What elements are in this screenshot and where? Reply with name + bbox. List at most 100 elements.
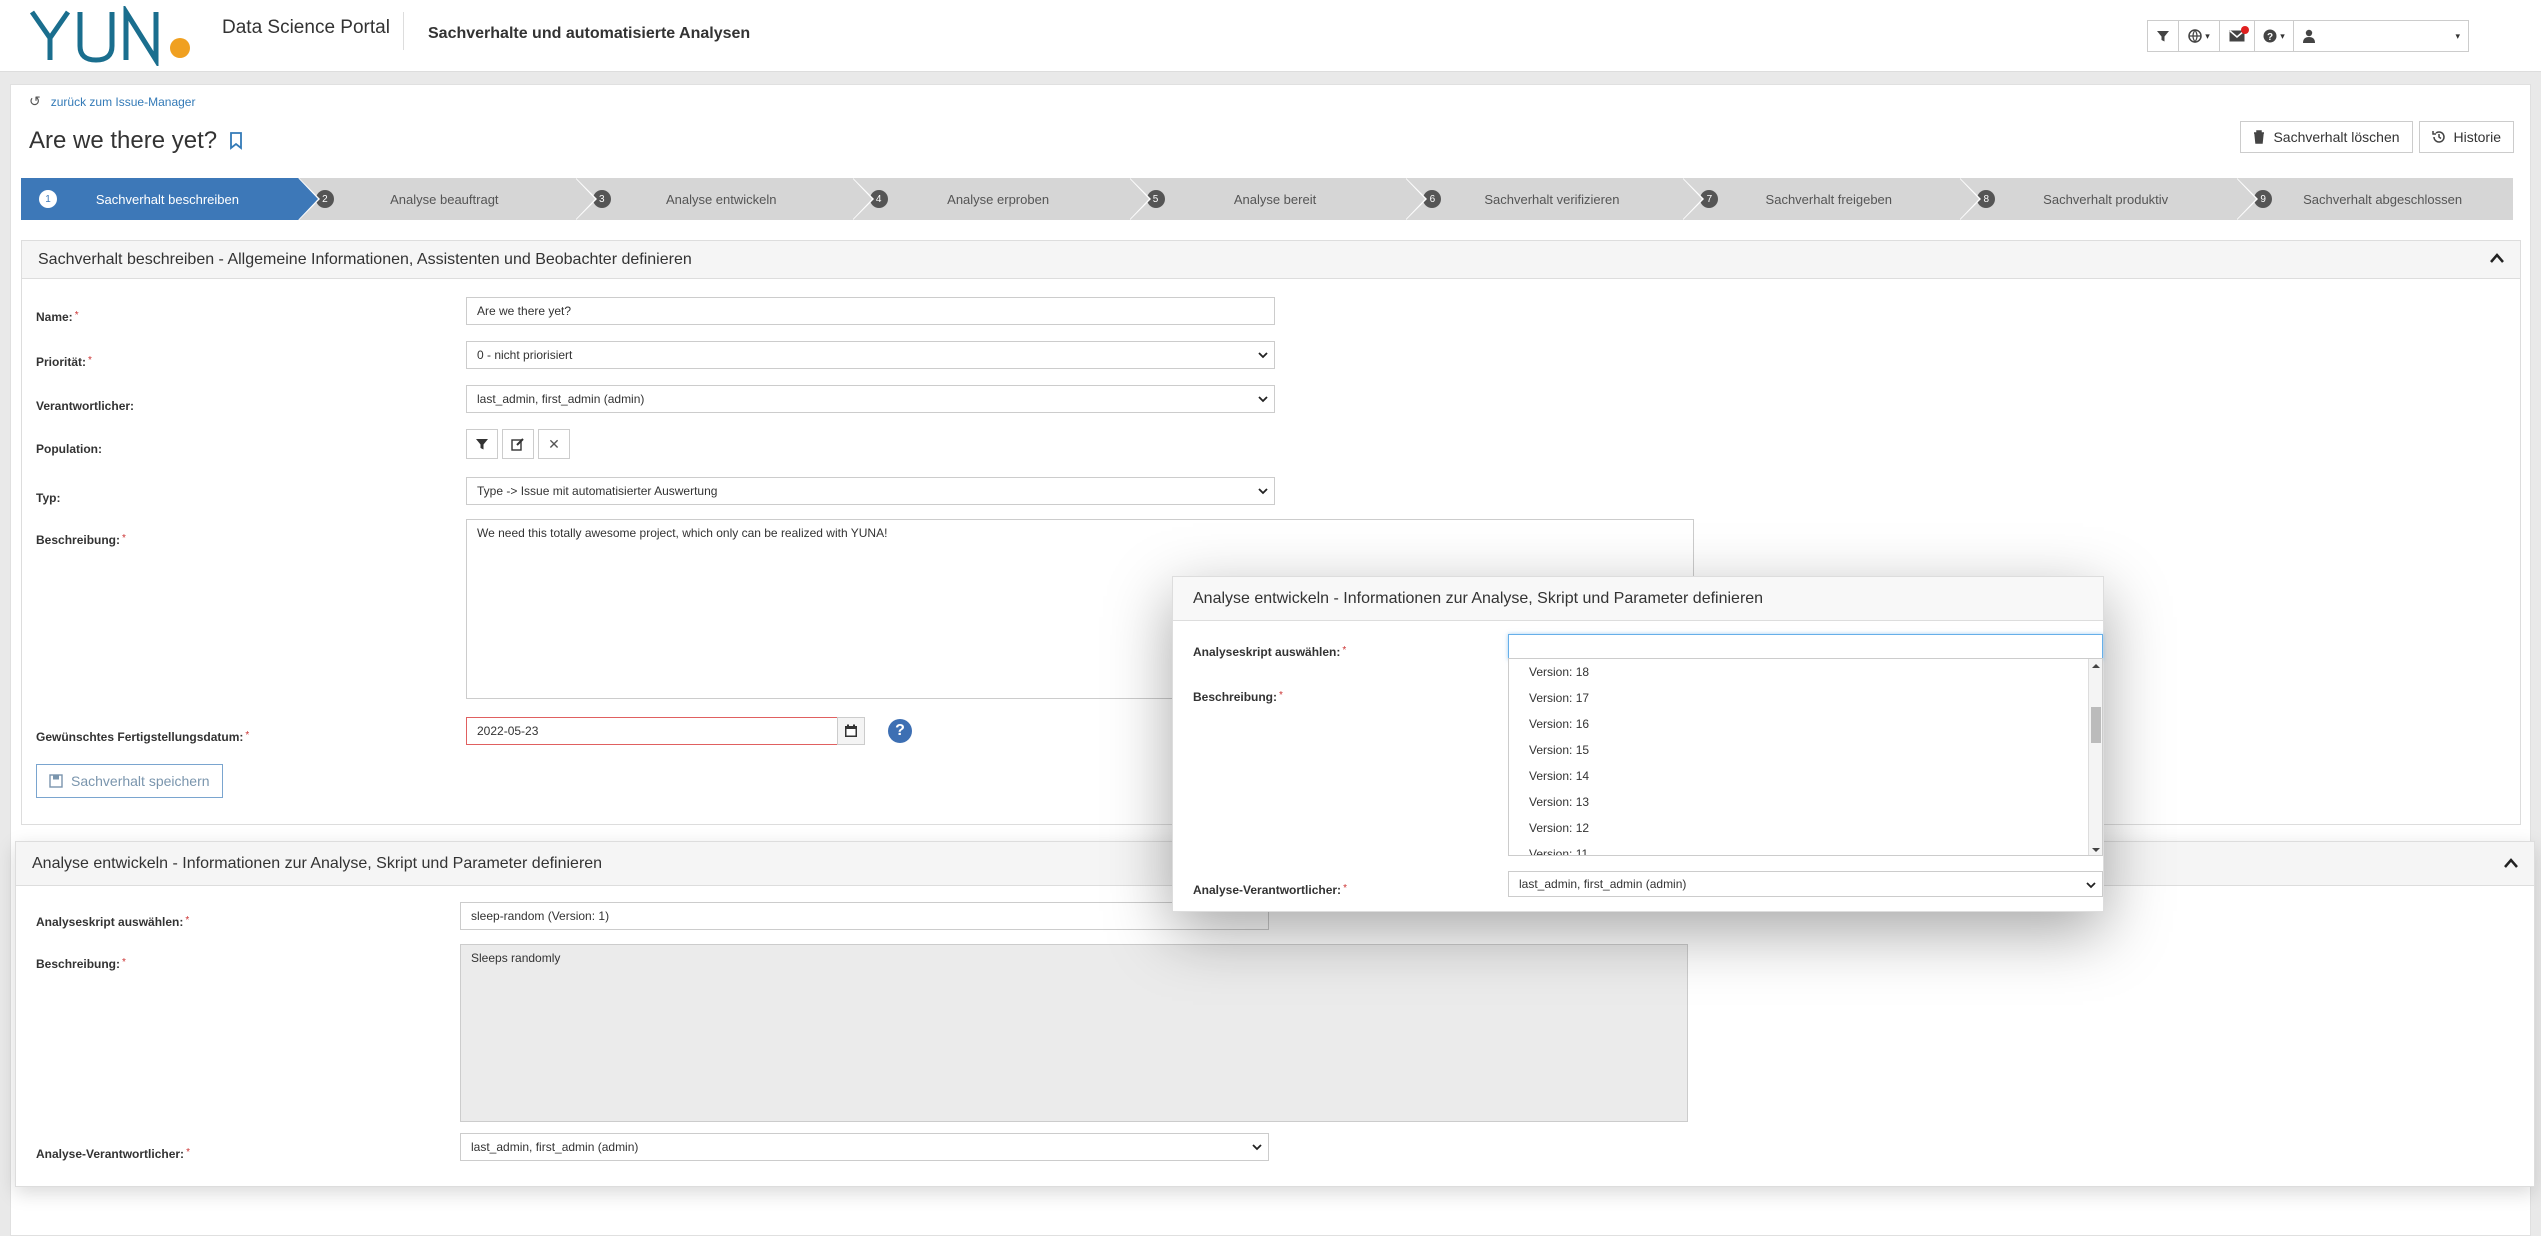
close-icon: ✕: [548, 435, 560, 452]
step-label: Sachverhalt freigeben: [1765, 191, 1893, 207]
step-9[interactable]: 9 Sachverhalt abgeschlossen: [2236, 178, 2513, 220]
list-item[interactable]: Version: 15: [1509, 737, 2102, 763]
step-5[interactable]: 5 Analyse bereit: [1129, 178, 1428, 220]
user-icon: [2303, 29, 2315, 43]
help-icon: ?: [2263, 29, 2277, 43]
dialog-script-label: Analyseskript auswählen: *: [1193, 645, 1347, 659]
history-label: Historie: [2453, 129, 2501, 145]
wizard-steps: 1 Sachverhalt beschreiben 2 Analyse beauft…: [21, 178, 2513, 220]
delete-issue-label: Sachverhalt löschen: [2273, 129, 2400, 145]
messages-button[interactable]: [2219, 20, 2255, 52]
help-icon[interactable]: ?: [888, 719, 912, 743]
save-icon: [49, 774, 63, 788]
top-navbar: Data Science Portal Sachverhalte und aut…: [0, 0, 2541, 72]
history-button[interactable]: Historie: [2418, 121, 2514, 153]
language-button[interactable]: ▾: [2178, 20, 2220, 52]
priority-label: Priorität: *: [36, 355, 92, 369]
list-item[interactable]: Version: 14: [1509, 763, 2102, 789]
dialog-owner-label: Analyse-Verantwortlicher: *: [1193, 883, 1347, 897]
calendar-button[interactable]: [837, 717, 865, 745]
scrollbar-thumb[interactable]: [2091, 707, 2101, 743]
chevron-up-icon[interactable]: [2504, 858, 2518, 868]
list-item[interactable]: Version: 18: [1509, 659, 2102, 685]
step-6[interactable]: 6 Sachverhalt verifizieren: [1405, 178, 1705, 220]
step-2[interactable]: 2 Analyse beauftragt: [298, 178, 597, 220]
save-issue-button[interactable]: Sachverhalt speichern: [36, 764, 223, 798]
step-label: Sachverhalt abgeschlossen: [2303, 191, 2463, 207]
chevron-down-icon: ▾: [2455, 30, 2460, 41]
population-label: Population:: [36, 442, 102, 456]
dropdown-scrollbar[interactable]: [2088, 659, 2103, 855]
step-label: Analyse entwickeln: [665, 191, 777, 207]
analysis-owner-select[interactable]: last_admin, first_admin (admin): [460, 1133, 1269, 1161]
due-date-input[interactable]: 2022-05-23: [466, 717, 838, 745]
type-select[interactable]: Type -> Issue mit automatisierter Auswer…: [466, 477, 1275, 505]
due-date-label: Gewünschtes Fertigstellungsdatum: *: [36, 730, 250, 744]
owner-label: Verantwortlicher:: [36, 399, 135, 413]
filter-button[interactable]: [2147, 20, 2179, 52]
save-issue-label: Sachverhalt speichern: [71, 773, 210, 789]
delete-issue-button[interactable]: Sachverhalt löschen: [2240, 121, 2413, 153]
step-label: Sachverhalt verifizieren: [1484, 191, 1620, 207]
population-edit-button[interactable]: [502, 429, 534, 459]
population-clear-button[interactable]: ✕: [538, 429, 570, 459]
dialog-header: Analyse entwickeln - Informationen zur A…: [1173, 577, 2103, 621]
bookmark-icon[interactable]: [229, 132, 243, 150]
step-label: Analyse beauftragt: [390, 191, 499, 207]
chevron-down-icon: [1258, 396, 1268, 403]
script-select[interactable]: sleep-random (Version: 1): [460, 902, 1269, 930]
undo-icon: ↺: [29, 93, 41, 109]
owner-select[interactable]: last_admin, first_admin (admin): [466, 385, 1275, 413]
list-item[interactable]: Version: 11: [1509, 841, 2102, 855]
trash-icon: [2254, 130, 2265, 144]
population-filter-button[interactable]: [466, 429, 498, 459]
step-label: Sachverhalt beschreiben: [95, 191, 239, 207]
back-link[interactable]: ↺ zurück zum Issue-Manager: [29, 93, 195, 110]
analysis-dialog: Analyse entwickeln - Informationen zur A…: [1172, 576, 2104, 912]
scroll-down-icon[interactable]: [2089, 845, 2103, 855]
priority-select[interactable]: 0 - nicht priorisiert: [466, 341, 1275, 369]
dialog-owner-select[interactable]: last_admin, first_admin (admin): [1508, 871, 2103, 897]
step-3[interactable]: 3 Analyse entwickeln: [575, 178, 874, 220]
step-number: 1: [39, 190, 57, 208]
chevron-down-icon: ▾: [2205, 30, 2210, 41]
chevron-down-icon: [2086, 882, 2096, 889]
scroll-up-icon[interactable]: [2089, 661, 2103, 671]
section-title: Analyse entwickeln - Informationen zur A…: [32, 854, 603, 872]
analysis-description-label: Beschreibung: *: [36, 957, 126, 971]
list-item[interactable]: Version: 12: [1509, 815, 2102, 841]
dialog-title: Analyse entwickeln - Informationen zur A…: [1193, 589, 1764, 607]
analysis-description-textarea[interactable]: Sleeps randomly: [460, 944, 1688, 1122]
type-label: Typ:: [36, 491, 61, 505]
back-link-label: zurück zum Issue-Manager: [50, 94, 196, 109]
description-label: Beschreibung: *: [36, 533, 126, 547]
filter-icon: [2157, 31, 2169, 42]
list-item[interactable]: Version: 13: [1509, 789, 2102, 815]
step-7[interactable]: 7 Sachverhalt freigeben: [1682, 178, 1982, 220]
list-item[interactable]: Version: 16: [1509, 711, 2102, 737]
chevron-up-icon[interactable]: [2490, 253, 2504, 263]
script-version-dropdown: Version: 18 Version: 17 Version: 16 Vers…: [1508, 658, 2103, 856]
analysis-owner-label: Analyse-Verantwortlicher: *: [36, 1147, 190, 1161]
issue-actions: Sachverhalt löschen Historie: [2240, 121, 2514, 153]
yuna-logo[interactable]: [28, 6, 198, 66]
section-title: Sachverhalt beschreiben - Allgemeine Inf…: [38, 250, 692, 268]
navbar-buttons: ▾ ? ▾ ▾: [2147, 20, 2469, 52]
list-item[interactable]: Version: 17: [1509, 685, 2102, 711]
help-button[interactable]: ? ▾: [2254, 20, 2294, 52]
issue-title-text: Are we there yet?: [29, 127, 218, 154]
name-field[interactable]: Are we there yet?: [466, 297, 1275, 325]
history-icon: [2431, 131, 2445, 143]
globe-icon: [2188, 29, 2202, 43]
user-menu-button[interactable]: ▾: [2293, 20, 2469, 52]
step-1[interactable]: 1 Sachverhalt beschreiben: [21, 178, 320, 220]
step-4[interactable]: 4 Analyse erproben: [852, 178, 1151, 220]
issue-title: Are we there yet?: [29, 127, 243, 155]
step-8[interactable]: 8 Sachverhalt produktiv: [1959, 178, 2259, 220]
script-search-input[interactable]: [1508, 634, 2103, 660]
dialog-description-label: Beschreibung: *: [1193, 690, 1283, 704]
svg-text:?: ?: [2267, 32, 2273, 43]
chevron-down-icon: [1252, 1144, 1262, 1151]
section-header[interactable]: Sachverhalt beschreiben - Allgemeine Inf…: [22, 241, 2520, 279]
calendar-icon: [845, 724, 857, 737]
